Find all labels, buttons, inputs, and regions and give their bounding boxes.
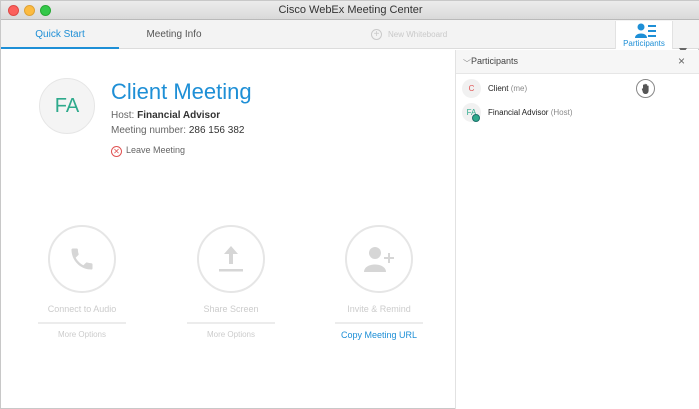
meeting-number: 286 156 382: [188, 125, 245, 136]
phone-icon: [71, 248, 93, 270]
meeting-number-line: Meeting number: 286 156 382: [111, 125, 244, 136]
divider: [335, 322, 423, 324]
participant-name: Client: [488, 84, 509, 93]
leave-meeting-link[interactable]: ✕ Leave Meeting: [111, 144, 186, 157]
share-screen-action: Share Screen More Options: [181, 225, 281, 341]
meeting-number-label: Meeting number:: [111, 125, 187, 136]
close-circle-icon: ✕: [111, 146, 122, 157]
host-label: Host:: [111, 110, 135, 121]
status-indicator: [11, 401, 41, 407]
participant-name-line: Client (me): [488, 84, 527, 93]
host-line: Host: Financial Advisor: [111, 110, 220, 121]
connect-audio-label: Connect to Audio: [47, 304, 117, 314]
participant-avatar: FA: [462, 103, 481, 122]
participants-panel-header[interactable]: ﹀ Participants ×: [456, 50, 699, 74]
participants-toggle-label: Participants: [623, 39, 665, 48]
audio-more-options-link[interactable]: More Options: [32, 330, 132, 341]
connect-audio-button[interactable]: [48, 225, 116, 293]
title-bar: Cisco WebEx Meeting Center: [1, 1, 699, 20]
new-whiteboard-label: New Whiteboard: [388, 30, 448, 39]
participant-row[interactable]: C Client (me): [456, 77, 699, 101]
window-title: Cisco WebEx Meeting Center: [278, 4, 423, 16]
participants-toggle-button[interactable]: Participants: [615, 21, 673, 49]
divider: [187, 322, 275, 324]
participant-name-line: Financial Advisor (Host): [488, 108, 573, 117]
participant-name: Financial Advisor: [488, 108, 549, 117]
hand-icon: [641, 83, 649, 94]
host-name: Financial Advisor: [137, 110, 221, 121]
invite-remind-label: Invite & Remind: [347, 304, 411, 314]
tab-meeting-info[interactable]: Meeting Info: [119, 20, 229, 49]
chevron-down-icon[interactable]: ﹀: [463, 58, 471, 69]
divider: [38, 322, 126, 324]
upload-icon: [219, 246, 243, 272]
webex-window: Cisco WebEx Meeting Center Quick Start M…: [0, 0, 699, 409]
share-screen-button[interactable]: [197, 225, 265, 293]
participant-role: (me): [510, 84, 528, 93]
connect-audio-action: Connect to Audio More Options: [32, 225, 132, 341]
quick-start-panel: FA Client Meeting Host: Financial Adviso…: [1, 50, 455, 409]
invite-remind-button[interactable]: [345, 225, 413, 293]
share-more-options-link[interactable]: More Options: [181, 330, 281, 341]
close-icon[interactable]: ×: [678, 54, 685, 68]
leave-meeting-label: Leave Meeting: [126, 145, 186, 155]
host-avatar: FA: [39, 78, 95, 134]
add-person-icon: [364, 247, 394, 272]
invite-remind-action: Invite & Remind Copy Meeting URL: [329, 225, 429, 341]
tab-quick-start[interactable]: Quick Start: [1, 20, 119, 49]
tab-bar: Quick Start Meeting Info + New Whiteboard: [1, 20, 699, 54]
copy-meeting-url-link[interactable]: Copy Meeting URL: [329, 330, 429, 341]
plus-circle-icon: +: [371, 29, 382, 41]
raise-hand-button[interactable]: [636, 79, 655, 98]
presenter-status-icon: [472, 114, 480, 122]
share-screen-label: Share Screen: [203, 304, 259, 314]
participants-panel-title: Participants: [471, 56, 519, 66]
meeting-title: Client Meeting: [111, 79, 252, 104]
participant-row[interactable]: FA Financial Advisor (Host): [456, 101, 699, 125]
new-whiteboard-button[interactable]: + New Whiteboard: [371, 28, 447, 42]
participant-avatar: C: [462, 79, 481, 98]
participants-icon: [635, 23, 656, 38]
participant-role: (Host): [550, 108, 573, 117]
participants-panel: ﹀ Participants × C Client (me) FA Financ…: [455, 50, 699, 409]
